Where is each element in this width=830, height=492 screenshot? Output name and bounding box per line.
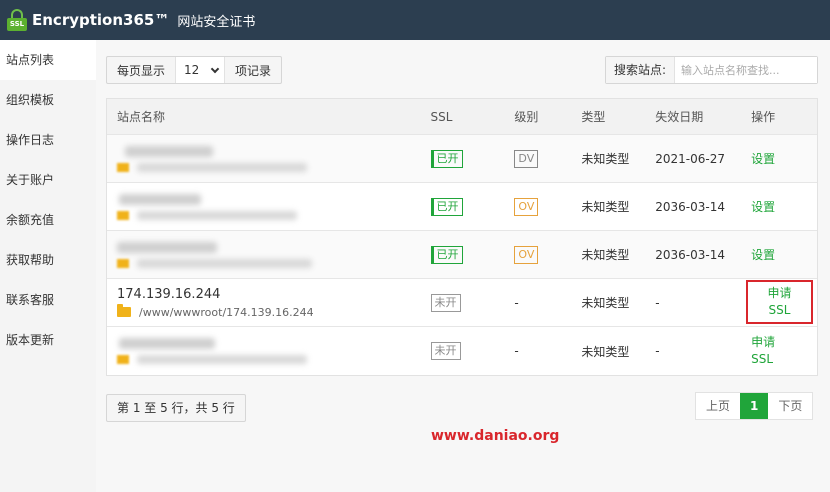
- ssl-lock-icon: SSL: [6, 8, 28, 32]
- ssl-status-badge[interactable]: 已开: [430, 245, 463, 264]
- site-path[interactable]: /www/wwwroot/174.139.16.244: [139, 306, 314, 319]
- page-size-select[interactable]: 12: [175, 57, 226, 83]
- site-name[interactable]: 174.139.16.244: [117, 287, 431, 302]
- expiry-date: 2036-03-14: [655, 247, 725, 262]
- prev-page-button[interactable]: 上页: [696, 393, 740, 419]
- site-name-redacted: [107, 193, 431, 220]
- expiry-date: 2036-03-14: [655, 199, 725, 214]
- sidebar-item-recharge[interactable]: 余额充值: [0, 200, 96, 240]
- col-site-name: 站点名称: [117, 110, 166, 124]
- table-row: 已开 OV 未知类型 2036-03-14 设置: [107, 231, 817, 279]
- sidebar-item-account[interactable]: 关于账户: [0, 160, 96, 200]
- col-ssl: SSL: [430, 109, 453, 124]
- site-type: 未知类型: [581, 152, 630, 166]
- site-search: 搜索站点:: [605, 56, 818, 84]
- expiry-date: -: [655, 295, 660, 310]
- col-expiry: 失效日期: [655, 110, 704, 124]
- watermark: www.daniao.org: [431, 428, 560, 444]
- level-badge: OV: [514, 197, 539, 216]
- table-row: 已开 DV 未知类型 2021-06-27 设置: [107, 135, 817, 183]
- search-label: 搜索站点:: [606, 57, 676, 83]
- main-panel: 每页显示 12 项记录 搜索站点: 站点名称 SSL 级别 类型 失效日期 操作…: [96, 40, 830, 492]
- site-name-redacted: [107, 145, 431, 172]
- sidebar-item-help[interactable]: 获取帮助: [0, 240, 96, 280]
- sidebar-item-updates[interactable]: 版本更新: [0, 320, 96, 360]
- row-summary: 第 1 至 5 行，共 5 行: [106, 394, 246, 422]
- page-size-suffix: 项记录: [235, 63, 272, 78]
- site-type: 未知类型: [581, 344, 630, 359]
- ssl-status-badge[interactable]: 已开: [430, 197, 463, 216]
- settings-link[interactable]: 设置: [751, 152, 775, 166]
- col-level: 级别: [514, 110, 539, 124]
- ssl-status-badge[interactable]: 未开: [430, 342, 461, 360]
- page-1-button[interactable]: 1: [740, 393, 769, 419]
- site-type: 未知类型: [581, 248, 630, 262]
- site-name-redacted: [107, 338, 431, 364]
- folder-icon: [117, 304, 131, 317]
- chevron-down-icon: [210, 64, 220, 73]
- table-row: 已开 OV 未知类型 2036-03-14 设置: [107, 183, 817, 231]
- table-header: 站点名称 SSL 级别 类型 失效日期 操作: [107, 99, 817, 135]
- level-badge: DV: [514, 149, 539, 168]
- app-subtitle: 网站安全证书: [177, 14, 256, 30]
- sidebar-item-org-template[interactable]: 组织模板: [0, 80, 96, 120]
- app-name: Encryption365™: [32, 11, 170, 29]
- col-actions: 操作: [751, 110, 776, 124]
- ssl-status-badge[interactable]: 未开: [430, 293, 461, 312]
- sidebar-item-site-list[interactable]: 站点列表: [0, 40, 96, 80]
- sidebar: 站点列表 组织模板 操作日志 关于账户 余额充值 获取帮助 联系客服 版本更新: [0, 40, 96, 492]
- col-type: 类型: [581, 110, 606, 124]
- site-type: 未知类型: [581, 296, 630, 310]
- expiry-date: -: [655, 344, 660, 358]
- level-value: -: [514, 344, 519, 358]
- expiry-date: 2021-06-27: [655, 151, 725, 166]
- site-name-redacted: [107, 241, 431, 268]
- title-bar: SSL Encryption365™ 网站安全证书: [0, 0, 830, 40]
- settings-link[interactable]: 设置: [751, 200, 775, 214]
- table-row: 174.139.16.244 /www/wwwroot/174.139.16.2…: [107, 279, 817, 327]
- page-size-control: 每页显示 12 项记录: [106, 56, 283, 84]
- page-size-label: 每页显示: [117, 63, 166, 78]
- ssl-status-badge[interactable]: 已开: [430, 149, 463, 168]
- level-value: -: [514, 295, 519, 310]
- settings-link[interactable]: 设置: [751, 248, 775, 262]
- next-page-button[interactable]: 下页: [768, 393, 812, 419]
- site-type: 未知类型: [581, 200, 630, 214]
- table-row: 未开 - 未知类型 - 申请 SSL: [107, 327, 817, 375]
- pagination: 上页 1 下页: [695, 392, 814, 420]
- site-table: 站点名称 SSL 级别 类型 失效日期 操作 已开 DV 未知类型 2021-0…: [106, 98, 818, 376]
- apply-ssl-button[interactable]: 申请 SSL: [751, 334, 817, 368]
- sidebar-item-support[interactable]: 联系客服: [0, 280, 96, 320]
- search-input[interactable]: [675, 57, 817, 83]
- apply-ssl-button-highlighted[interactable]: 申请 SSL: [746, 280, 813, 324]
- sidebar-item-operation-log[interactable]: 操作日志: [0, 120, 96, 160]
- level-badge: OV: [514, 245, 539, 264]
